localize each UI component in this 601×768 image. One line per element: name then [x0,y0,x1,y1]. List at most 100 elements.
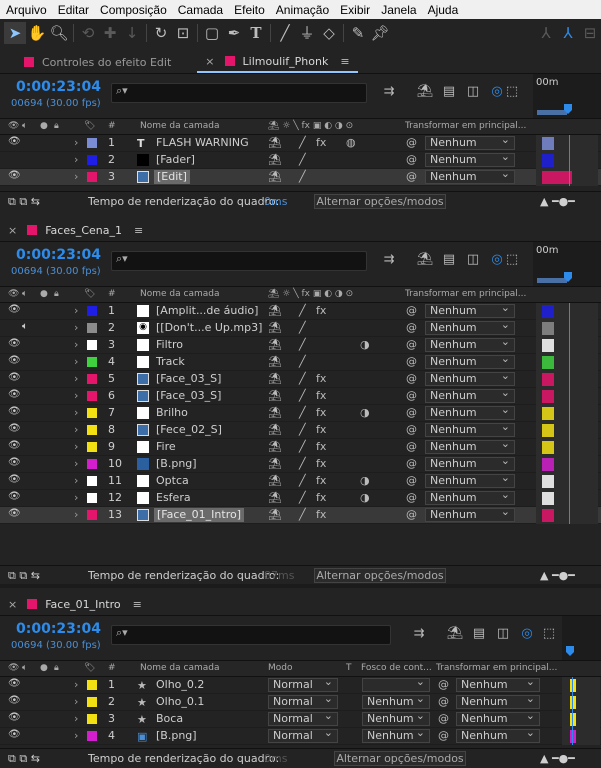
audio-icon[interactable]: 🔈︎ [22,321,28,332]
timeline-track[interactable] [562,677,600,694]
menu-efeito[interactable]: Efeito [228,3,270,17]
quality-switch-icon[interactable]: ╱ [299,423,306,436]
frame-blending-icon[interactable]: ▤ [470,626,488,644]
mode-dropdown[interactable]: Normal [268,676,338,692]
parent-pickwhip-icon[interactable]: @ [406,474,417,487]
layer-duration-bar[interactable] [570,679,576,692]
roto-brush-tool-icon[interactable]: ✎ [347,22,369,44]
fx-switch-icon[interactable]: fx [316,389,326,402]
parent-dropdown[interactable]: Nenhum [425,370,515,386]
toggle-switches-icon[interactable]: ⧉ ⧉ ⇆ [8,752,40,766]
toggle-switches-icon[interactable]: ⧉ ⧉ ⇆ [8,195,40,209]
timeline-track[interactable] [536,303,598,320]
shy-switch-icon[interactable]: ⛱ [268,304,282,317]
fx-switch-icon[interactable]: fx [316,406,326,419]
tab-comp-face-intro[interactable]: × Face_01_Intro ≡ [0,593,150,615]
shy-switch-icon[interactable]: ⛱ [268,170,282,183]
axis-local-icon[interactable]: ⅄ [535,22,557,44]
comp-flowchart-icon[interactable]: ⇉ [410,626,428,644]
mode-dropdown[interactable]: Normal [268,693,338,709]
brush-tool-icon[interactable]: ╱ [274,22,296,44]
layer-name[interactable]: Optca [156,474,189,487]
parent-pickwhip-icon[interactable]: @ [406,440,417,453]
label-color-swatch[interactable] [87,138,97,148]
timeline-track[interactable] [536,152,598,169]
layer-row[interactable]: 👁︎ › 4 Track ⛱ ╱ @ Nenhum [0,353,601,371]
layer-name[interactable]: Filtro [156,338,183,351]
quality-switch-icon[interactable]: ╱ [299,153,306,166]
eye-icon[interactable]: 👁︎ [8,440,21,451]
parent-pickwhip-icon[interactable]: @ [406,389,417,402]
label-color-swatch[interactable] [87,340,97,350]
parent-pickwhip-icon[interactable]: @ [438,695,449,708]
shy-switch-icon[interactable]: ⛱ [268,321,282,334]
parent-dropdown[interactable]: Nenhum [425,438,515,454]
eye-icon[interactable]: 👁︎ [8,695,21,706]
quality-switch-icon[interactable]: ╱ [299,338,306,351]
timeline-track[interactable] [536,388,598,405]
menu-camada[interactable]: Camada [172,3,228,17]
adjustment-layer-icon[interactable]: ◑ [360,406,370,419]
quality-switch-icon[interactable]: ╱ [299,321,306,334]
parent-pickwhip-icon[interactable]: @ [438,712,449,725]
timeline-track[interactable] [536,439,598,456]
time-ruler[interactable]: 00m [533,242,601,286]
fx-switch-icon[interactable]: fx [316,508,326,521]
quality-switch-icon[interactable]: ╱ [299,457,306,470]
current-time-display[interactable]: 0:00:23:04 [16,621,101,637]
parent-dropdown[interactable]: Nenhum [425,319,515,335]
layer-row[interactable]: 👁︎ › 8 [Fece_02_S] ⛱ ╱ fx @ Nenhum [0,421,601,439]
expand-arrow-icon[interactable]: › [74,491,78,504]
label-color-swatch[interactable] [87,357,97,367]
current-time-indicator[interactable] [569,303,570,524]
zoom-tool-icon[interactable]: 🔍︎ [48,22,70,44]
axis-view-icon[interactable]: ⊟ [579,22,601,44]
parent-pickwhip-icon[interactable]: @ [406,508,417,521]
collapse-icon[interactable]: ◍ [346,136,356,149]
layer-duration-bar[interactable] [542,458,554,471]
layer-row[interactable]: 👁︎ › 1 ★ Olho_0.2 Normal @ Nenhum [0,676,601,694]
work-area-bar[interactable] [537,278,567,283]
timeline-track[interactable] [536,371,598,388]
shy-switch-icon[interactable]: ⛱ [268,389,282,402]
graph-editor-icon[interactable]: ◎ [518,626,536,644]
layer-search-input[interactable]: ⌕▾ [111,251,367,271]
layer-duration-bar[interactable] [542,475,554,488]
label-color-swatch[interactable] [87,680,97,690]
parent-dropdown[interactable]: Nenhum [425,404,515,420]
motion-blur-icon[interactable]: ◫ [464,84,482,102]
layer-search-input[interactable]: ⌕▾ [111,83,367,103]
adjustment-layer-icon[interactable]: ◑ [360,491,370,504]
label-color-swatch[interactable] [87,323,97,333]
fx-switch-icon[interactable]: fx [316,304,326,317]
comp-flowchart-icon[interactable]: ⇉ [380,252,398,270]
layer-duration-bar[interactable] [542,492,554,505]
label-color-swatch[interactable] [87,408,97,418]
eye-icon[interactable]: 👁︎ [8,355,21,366]
layer-name[interactable]: Track [156,355,185,368]
adjustment-layer-icon[interactable]: ◑ [360,338,370,351]
label-color-swatch[interactable] [87,731,97,741]
quality-switch-icon[interactable]: ╱ [299,440,306,453]
layer-row[interactable]: › 2 [Fader] ⛱ ╱ @ Nenhum [0,151,601,169]
zoom-slider-icon[interactable]: ▲ ━●━ [540,195,575,208]
quality-switch-icon[interactable]: ╱ [299,406,306,419]
parent-pickwhip-icon[interactable]: @ [406,170,417,183]
shy-switch-icon[interactable]: ⛱ [268,338,282,351]
expand-arrow-icon[interactable]: › [74,423,78,436]
zoom-slider-icon[interactable]: ▲ ━●━ [540,569,575,582]
fx-switch-icon[interactable]: fx [316,372,326,385]
layer-name-header[interactable]: Nome da camada [140,289,219,299]
parent-dropdown[interactable]: Nenhum [425,302,515,318]
playhead-handle[interactable] [566,646,574,656]
label-color-swatch[interactable] [87,442,97,452]
shy-switch-icon[interactable]: ⛱ [268,457,282,470]
parent-dropdown[interactable]: Nenhum [425,506,515,522]
layer-name[interactable]: FLASH WARNING [156,136,249,149]
draft-3d-icon[interactable]: ⬚ [503,252,521,270]
toggle-modes-button[interactable]: Alternar opções/modos [314,194,446,209]
menu-janela[interactable]: Janela [375,3,421,17]
toggle-modes-button[interactable]: Alternar opções/modos [334,751,466,766]
toggle-switches-icon[interactable]: ⧉ ⧉ ⇆ [8,569,40,583]
timeline-track[interactable] [562,711,600,728]
